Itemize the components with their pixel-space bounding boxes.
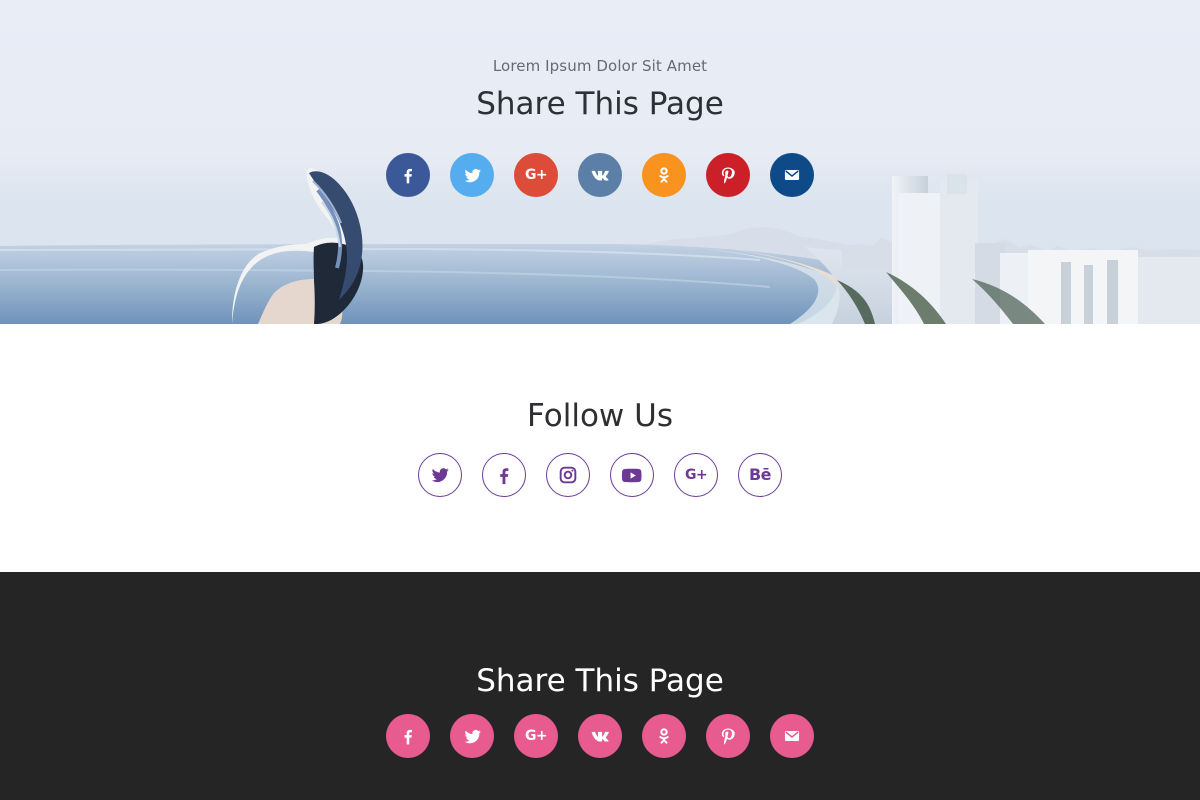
email-icon <box>784 170 800 180</box>
google-plus-icon: G+ <box>524 167 548 183</box>
facebook-share-button[interactable] <box>386 153 430 197</box>
email-share-button[interactable] <box>770 714 814 758</box>
odnoklassniki-icon <box>659 728 669 744</box>
vk-share-button[interactable] <box>578 714 622 758</box>
google-plus-icon: G+ <box>524 728 548 744</box>
email-icon <box>784 731 800 741</box>
pinterest-icon <box>721 167 735 184</box>
pinterest-share-button[interactable] <box>706 714 750 758</box>
google-plus-share-button[interactable]: G+ <box>514 153 558 197</box>
facebook-icon <box>500 468 509 485</box>
facebook-share-button[interactable] <box>386 714 430 758</box>
twitter-share-button[interactable] <box>450 714 494 758</box>
youtube-icon <box>621 468 642 482</box>
instagram-icon <box>559 466 577 484</box>
pinterest-share-button[interactable] <box>706 153 750 197</box>
odnoklassniki-icon <box>659 167 669 183</box>
behance-follow-button[interactable]: Bē <box>738 453 782 497</box>
page: Lorem Ipsum Dolor Sit Amet Share This Pa… <box>0 0 1200 800</box>
youtube-follow-button[interactable] <box>610 453 654 497</box>
hero-share-buttons: G+ <box>386 153 814 197</box>
twitter-icon <box>464 729 481 743</box>
hero-title: Share This Page <box>476 86 724 122</box>
instagram-follow-button[interactable] <box>546 453 590 497</box>
facebook-icon <box>404 729 412 745</box>
follow-title: Follow Us <box>527 398 673 434</box>
twitter-share-button[interactable] <box>450 153 494 197</box>
footer-share-buttons: G+ <box>386 714 814 758</box>
google-plus-share-button[interactable]: G+ <box>514 714 558 758</box>
twitter-follow-button[interactable] <box>418 453 462 497</box>
footer-title: Share This Page <box>476 663 724 699</box>
google-plus-follow-button[interactable]: G+ <box>674 453 718 497</box>
follow-buttons: G+ Bē <box>418 453 782 497</box>
facebook-follow-button[interactable] <box>482 453 526 497</box>
hero-subtitle: Lorem Ipsum Dolor Sit Amet <box>492 57 708 75</box>
odnoklassniki-share-button[interactable] <box>642 153 686 197</box>
facebook-icon <box>404 168 412 184</box>
vk-icon <box>591 731 609 742</box>
email-share-button[interactable] <box>770 153 814 197</box>
odnoklassniki-share-button[interactable] <box>642 714 686 758</box>
hero-banner: Lorem Ipsum Dolor Sit Amet Share This Pa… <box>0 0 1200 324</box>
vk-share-button[interactable] <box>578 153 622 197</box>
pinterest-icon <box>721 728 735 745</box>
twitter-icon <box>431 468 449 483</box>
twitter-icon <box>464 168 481 182</box>
behance-icon: Bē <box>748 465 772 484</box>
vk-icon <box>591 170 609 181</box>
google-plus-icon: G+ <box>684 467 708 483</box>
